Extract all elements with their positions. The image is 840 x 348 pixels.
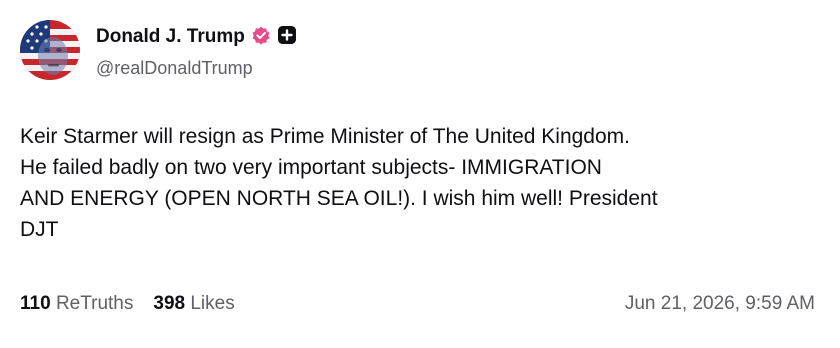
retruths-stat[interactable]: 110 ReTruths xyxy=(20,293,133,315)
author-display-name[interactable]: Donald J. Trump xyxy=(96,26,245,48)
verified-badge-icon xyxy=(251,25,271,50)
author-name-row: Donald J. Trump xyxy=(96,22,297,52)
post-text-line: DJT xyxy=(20,218,59,241)
author-handle[interactable]: @realDonaldTrump xyxy=(96,58,253,79)
plus-square-icon xyxy=(277,25,297,50)
post-stats: 110 ReTruths 398 Likes xyxy=(20,293,235,315)
likes-count: 398 xyxy=(153,293,186,314)
post-text-line: AND ENERGY (OPEN NORTH SEA OIL!). I wish… xyxy=(20,187,658,210)
post-timestamp[interactable]: Jun 21, 2026, 9:59 AM xyxy=(625,293,815,315)
likes-label: Likes xyxy=(190,293,235,314)
avatar-flag-face-image xyxy=(20,20,80,80)
post-text-line: He failed badly on two very important su… xyxy=(20,156,602,179)
avatar[interactable] xyxy=(20,20,80,80)
retruths-label: ReTruths xyxy=(55,293,134,314)
post-text: Keir Starmer will resign as Prime Minist… xyxy=(20,121,825,245)
post-text-line: Keir Starmer will resign as Prime Minist… xyxy=(20,125,630,148)
retruths-count: 110 xyxy=(20,293,51,314)
likes-stat[interactable]: 398 Likes xyxy=(153,293,234,315)
